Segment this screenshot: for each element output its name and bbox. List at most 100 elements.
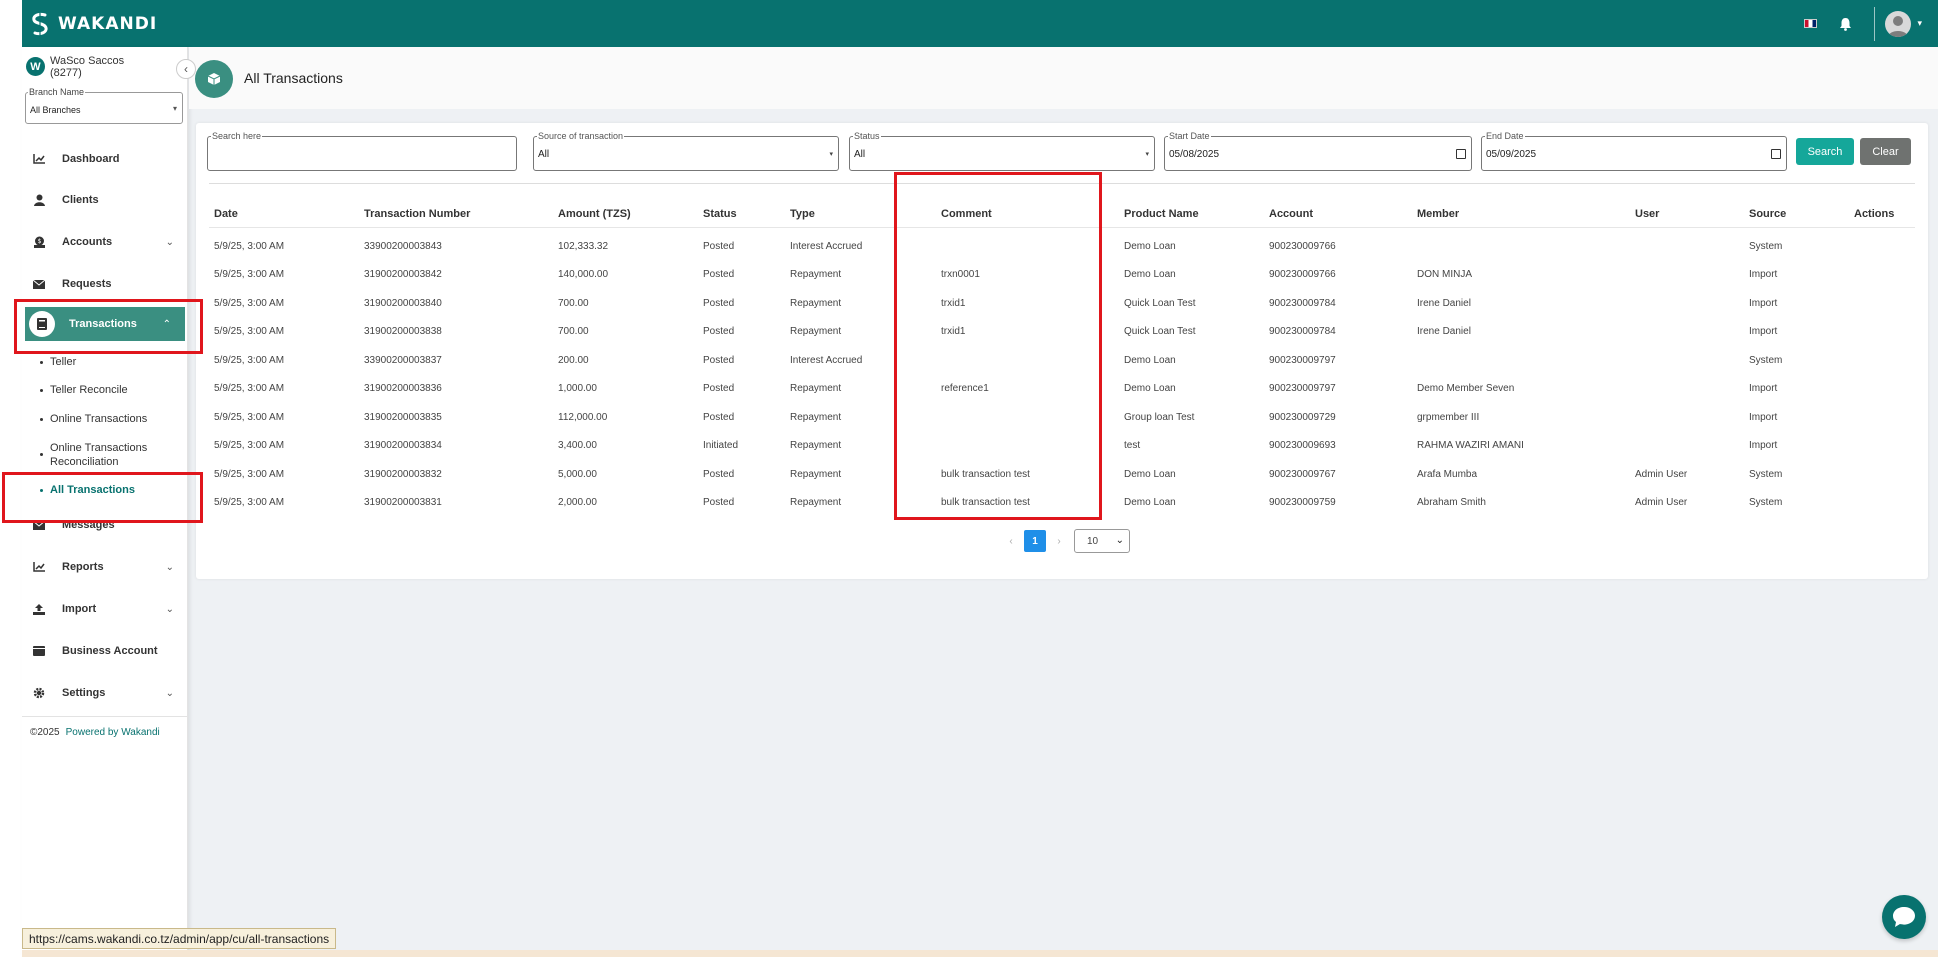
column-header-actions[interactable]: Actions: [1854, 208, 1894, 220]
status-select[interactable]: Status All ▾: [849, 131, 1155, 171]
sidebar-item-dashboard[interactable]: Dashboard: [22, 142, 188, 176]
left-edge: [0, 0, 22, 957]
chevron-down-icon: ⌄: [165, 603, 174, 615]
table-cell-account: 900230009784: [1269, 298, 1336, 309]
sidebar-subitem-teller-reconcile[interactable]: Teller Reconcile: [40, 384, 180, 396]
user-avatar[interactable]: [1885, 10, 1912, 37]
source-select-value: All: [538, 149, 550, 160]
next-page-chevron-right-icon[interactable]: ›: [1052, 536, 1066, 547]
powered-by-link[interactable]: Powered by Wakandi: [66, 727, 160, 738]
column-header-transaction-number[interactable]: Transaction Number: [364, 208, 470, 220]
column-header-member[interactable]: Member: [1417, 208, 1459, 220]
copyright: ©2025 Powered by Wakandi: [30, 727, 160, 738]
sidebar-item-settings[interactable]: Settings ⌄: [22, 676, 188, 710]
table-cell-transaction-number: 31900200003831: [364, 497, 442, 508]
table-row[interactable]: 5/9/25, 3:00 AM 31900200003834 3,400.00 Ini…: [196, 440, 1928, 468]
table-cell-product-name: Demo Loan: [1124, 469, 1176, 480]
sidebar-item-label: Import: [62, 603, 97, 615]
org-name: WaSco Saccos (8277): [50, 55, 125, 79]
table-cell-status: Posted: [703, 469, 735, 480]
table-row[interactable]: 5/9/25, 3:00 AM 31900200003842 140,000.00 P…: [196, 269, 1928, 297]
table-row[interactable]: 5/9/25, 3:00 AM 31900200003831 2,000.00 Pos…: [196, 497, 1928, 525]
sidebar-item-messages[interactable]: Messages: [22, 508, 188, 542]
sidebar-subitem-teller[interactable]: Teller: [40, 356, 180, 368]
search-input[interactable]: Search here: [207, 131, 517, 171]
sidebar-item-reports[interactable]: Reports ⌄: [22, 550, 188, 584]
column-header-date[interactable]: Date: [214, 208, 238, 220]
table-cell-date: 5/9/25, 3:00 AM: [214, 497, 285, 508]
column-header-type[interactable]: Type: [790, 208, 815, 220]
notification-bell-icon[interactable]: [1839, 17, 1852, 31]
table-header-divider: [209, 227, 1915, 228]
table-cell-status: Posted: [703, 412, 735, 423]
table-cell-account: 900230009784: [1269, 326, 1336, 337]
table-cell-source: System: [1749, 241, 1783, 252]
sidebar-item-accounts[interactable]: $ Accounts ⌄: [22, 225, 188, 259]
table-cell-comment: trxid1: [941, 326, 966, 337]
table-cell-status: Posted: [703, 497, 735, 508]
sidebar-collapse-chevron-left-icon[interactable]: ‹: [176, 59, 196, 79]
clear-button[interactable]: Clear: [1860, 138, 1911, 165]
table-cell-account: 900230009797: [1269, 355, 1336, 366]
sidebar-item-transactions[interactable]: Transactions ⌃: [25, 307, 185, 341]
status-select-label: Status: [853, 131, 881, 141]
table-cell-account: 900230009797: [1269, 383, 1336, 394]
page-size-value: 10: [1087, 536, 1099, 547]
table-cell-amount-tzs: 140,000.00: [558, 269, 609, 280]
svg-text:$: $: [37, 238, 41, 245]
user-menu-chevron-down-icon[interactable]: ▾: [1917, 18, 1922, 29]
table-row[interactable]: 5/9/25, 3:00 AM 31900200003840 700.00 Poste…: [196, 298, 1928, 326]
bullet-icon: [40, 389, 43, 392]
column-header-product-name[interactable]: Product Name: [1124, 208, 1199, 220]
table-cell-comment: bulk transaction test: [941, 497, 1030, 508]
table-row[interactable]: 5/9/25, 3:00 AM 33900200003843 102,333.32 P…: [196, 241, 1928, 269]
chevron-down-icon: ▾: [829, 151, 833, 158]
envelope-icon: [32, 277, 46, 291]
top-bar: WAKANDI ▾: [22, 0, 1938, 47]
chat-bubble-icon[interactable]: [1882, 895, 1926, 939]
search-button[interactable]: Search: [1796, 138, 1854, 165]
table-row[interactable]: 5/9/25, 3:00 AM 31900200003832 5,000.00 Pos…: [196, 469, 1928, 497]
end-date-input[interactable]: End Date 05/09/2025: [1481, 131, 1787, 171]
page-number-button[interactable]: 1: [1024, 530, 1046, 552]
calendar-icon[interactable]: [1456, 149, 1466, 159]
chevron-down-icon: ⌄: [1115, 535, 1124, 546]
sidebar-item-import[interactable]: Import ⌄: [22, 592, 188, 626]
branch-select[interactable]: Branch Name All Branches ▾: [25, 87, 183, 124]
search-input-label: Search here: [211, 131, 263, 141]
column-header-status[interactable]: Status: [703, 208, 737, 220]
table-cell-transaction-number: 31900200003842: [364, 269, 442, 280]
sidebar-item-requests[interactable]: Requests: [22, 267, 188, 301]
table-row[interactable]: 5/9/25, 3:00 AM 31900200003836 1,000.00 Pos…: [196, 383, 1928, 411]
sidebar-subitem-online-transactions-reconciliation[interactable]: Online Transactions Reconciliation: [40, 441, 180, 469]
status-select-value: All: [854, 149, 866, 160]
prev-page-chevron-left-icon[interactable]: ‹: [1004, 536, 1018, 547]
page-size-select[interactable]: 10 ⌄: [1074, 529, 1130, 553]
table-row[interactable]: 5/9/25, 3:00 AM 31900200003835 112,000.00 P…: [196, 412, 1928, 440]
column-header-comment[interactable]: Comment: [941, 208, 992, 220]
table-row[interactable]: 5/9/25, 3:00 AM 31900200003838 700.00 Poste…: [196, 326, 1928, 354]
sidebar-item-business-account[interactable]: Business Account: [22, 634, 188, 668]
page-title: All Transactions: [244, 70, 343, 86]
table-cell-comment: reference1: [941, 383, 989, 394]
table-cell-comment: trxn0001: [941, 269, 980, 280]
sidebar-item-clients[interactable]: Clients: [22, 183, 188, 217]
column-header-account[interactable]: Account: [1269, 208, 1313, 220]
chart-line-icon: [32, 152, 46, 166]
start-date-input[interactable]: Start Date 05/08/2025: [1164, 131, 1472, 171]
table-row[interactable]: 5/9/25, 3:00 AM 33900200003837 200.00 Poste…: [196, 355, 1928, 383]
table-cell-status: Posted: [703, 383, 735, 394]
logo[interactable]: WAKANDI: [28, 11, 157, 37]
source-select[interactable]: Source of transaction All ▾: [533, 131, 839, 171]
column-header-source[interactable]: Source: [1749, 208, 1786, 220]
sidebar-subitem-online-transactions[interactable]: Online Transactions: [40, 413, 180, 425]
chevron-up-icon: ⌃: [162, 318, 171, 330]
language-flag-icon[interactable]: [1804, 19, 1818, 28]
column-header-amount-tzs[interactable]: Amount (TZS): [558, 208, 631, 220]
chevron-down-icon: ⌄: [165, 561, 174, 573]
column-header-user[interactable]: User: [1635, 208, 1659, 220]
transactions-card: Search here Source of transaction All ▾ …: [196, 123, 1928, 579]
sidebar-subitem-all-transactions[interactable]: All Transactions: [40, 484, 180, 496]
table-cell-type: Repayment: [790, 412, 842, 423]
calendar-icon[interactable]: [1771, 149, 1781, 159]
